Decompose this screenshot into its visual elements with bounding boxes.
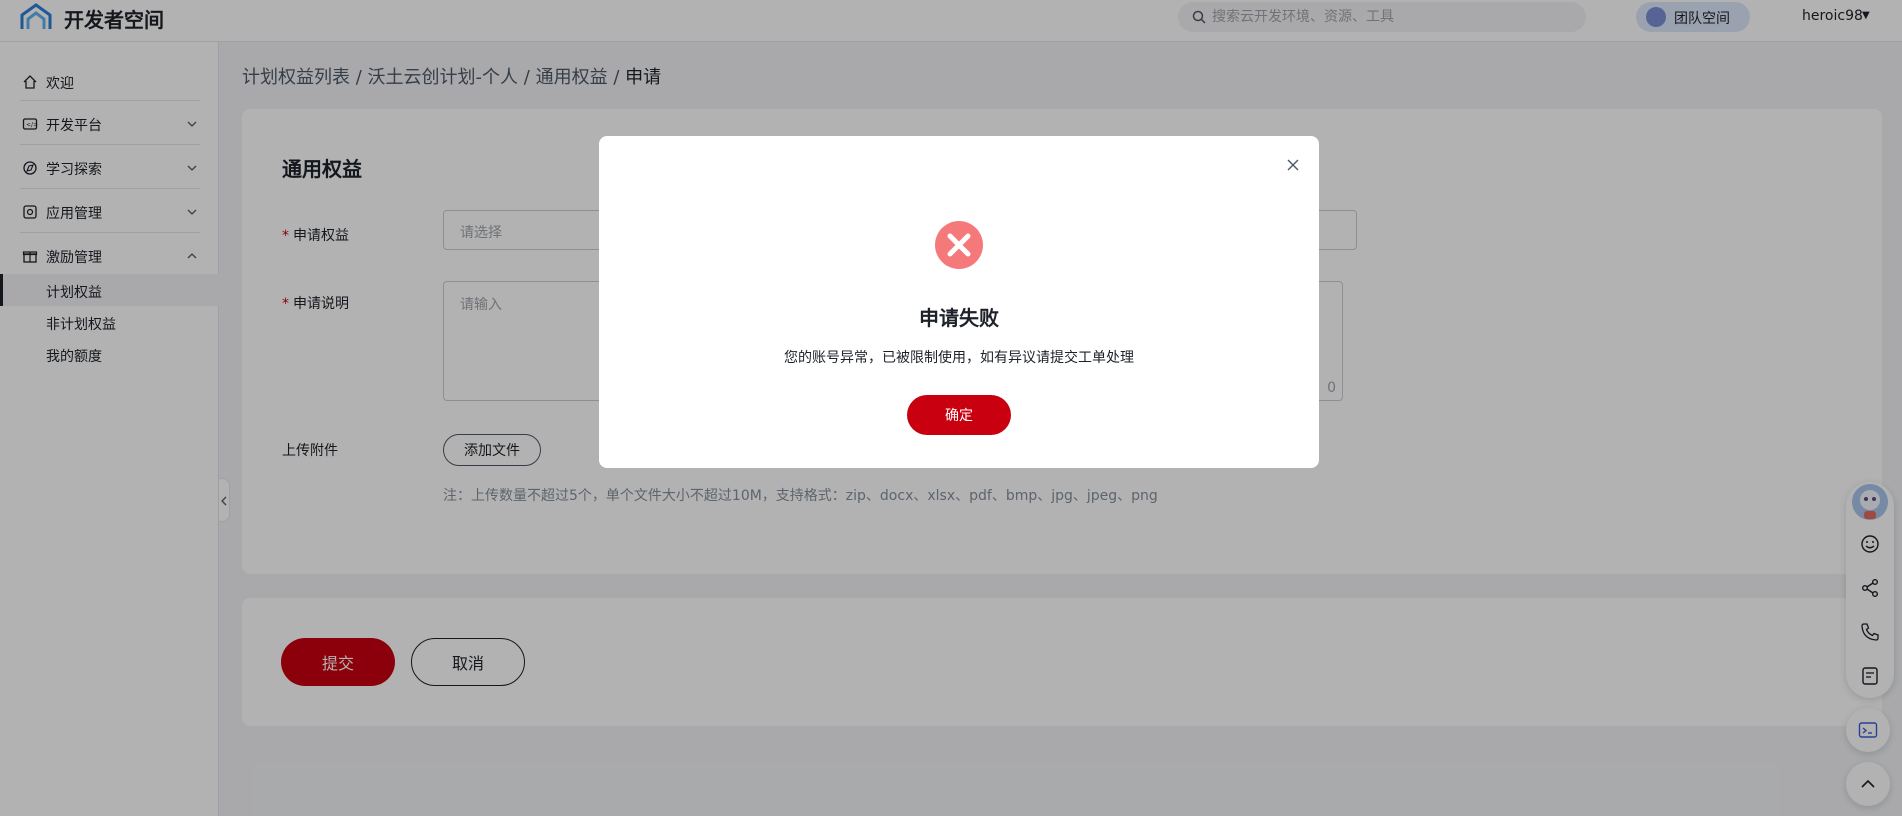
confirm-button[interactable]: 确定 [907,395,1011,435]
close-button[interactable] [1283,156,1303,176]
error-icon [935,221,983,269]
error-dialog: 申请失败 您的账号异常，已被限制使用，如有异议请提交工单处理 确定 [599,136,1319,468]
close-icon [1287,159,1299,170]
dialog-message: 您的账号异常，已被限制使用，如有异议请提交工单处理 [784,350,1134,366]
dialog-title: 申请失败 [919,306,999,330]
